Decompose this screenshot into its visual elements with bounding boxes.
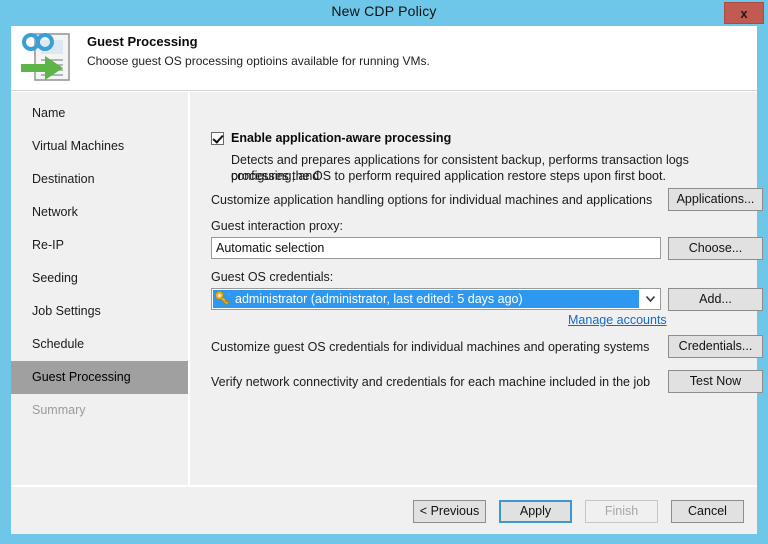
cdp-policy-document-icon <box>19 30 77 84</box>
customize-applications-text: Customize application handling options f… <box>211 193 652 207</box>
sidebar-item-network[interactable]: Network <box>11 196 188 229</box>
apply-button[interactable]: Apply <box>499 500 572 523</box>
wizard-step-sidebar: Name Virtual Machines Destination Networ… <box>11 92 189 485</box>
previous-button[interactable]: < Previous <box>413 500 486 523</box>
manage-accounts-link[interactable]: Manage accounts <box>568 313 667 327</box>
guest-os-credentials-combobox[interactable]: administrator (administrator, last edite… <box>211 288 661 310</box>
title-bar: New CDP Policy x <box>0 0 768 26</box>
sidebar-item-seeding[interactable]: Seeding <box>11 262 188 295</box>
customize-credentials-text: Customize guest OS credentials for indiv… <box>211 340 649 354</box>
sidebar-item-summary: Summary <box>11 394 188 427</box>
sidebar-item-re-ip[interactable]: Re-IP <box>11 229 188 262</box>
dialog-window: New CDP Policy x <box>0 0 768 544</box>
sidebar-item-destination[interactable]: Destination <box>11 163 188 196</box>
dialog-body: Guest Processing Choose guest OS process… <box>11 26 757 534</box>
guest-interaction-proxy-label: Guest interaction proxy: <box>211 219 343 233</box>
sidebar-item-schedule[interactable]: Schedule <box>11 328 188 361</box>
dialog-footer: < Previous Apply Finish Cancel <box>11 486 757 534</box>
window-title: New CDP Policy <box>0 3 768 19</box>
close-button[interactable]: x <box>724 2 764 24</box>
test-now-button[interactable]: Test Now <box>668 370 763 393</box>
add-credentials-button[interactable]: Add... <box>668 288 763 311</box>
dialog-header: Guest Processing Choose guest OS process… <box>11 26 757 91</box>
content-pane: Enable application-aware processing Dete… <box>190 92 757 485</box>
sidebar-item-job-settings[interactable]: Job Settings <box>11 295 188 328</box>
finish-button: Finish <box>585 500 658 523</box>
sidebar-list: Name Virtual Machines Destination Networ… <box>11 92 188 427</box>
enable-application-aware-processing-row[interactable]: Enable application-aware processing <box>211 131 451 145</box>
verify-connectivity-text: Verify network connectivity and credenti… <box>211 375 650 389</box>
guest-os-credentials-selected-value: administrator (administrator, last edite… <box>213 290 639 308</box>
app-aware-description-line2: configures the OS to perform required ap… <box>231 168 755 184</box>
applications-button[interactable]: Applications... <box>668 188 763 211</box>
choose-proxy-button[interactable]: Choose... <box>668 237 763 260</box>
cancel-button[interactable]: Cancel <box>671 500 744 523</box>
page-subtitle: Choose guest OS processing optioins avai… <box>87 54 430 68</box>
enable-application-aware-processing-label: Enable application-aware processing <box>231 131 451 145</box>
guest-os-credentials-label: Guest OS credentials: <box>211 270 333 284</box>
sidebar-item-guest-processing[interactable]: Guest Processing <box>11 361 188 394</box>
sidebar-item-virtual-machines[interactable]: Virtual Machines <box>11 130 188 163</box>
credentials-button[interactable]: Credentials... <box>668 335 763 358</box>
enable-application-aware-processing-checkbox[interactable] <box>211 132 224 145</box>
sidebar-item-name[interactable]: Name <box>11 97 188 130</box>
page-title: Guest Processing <box>87 34 198 49</box>
chevron-down-icon[interactable] <box>640 289 660 309</box>
guest-interaction-proxy-input[interactable]: Automatic selection <box>211 237 661 259</box>
key-icon <box>215 291 231 305</box>
